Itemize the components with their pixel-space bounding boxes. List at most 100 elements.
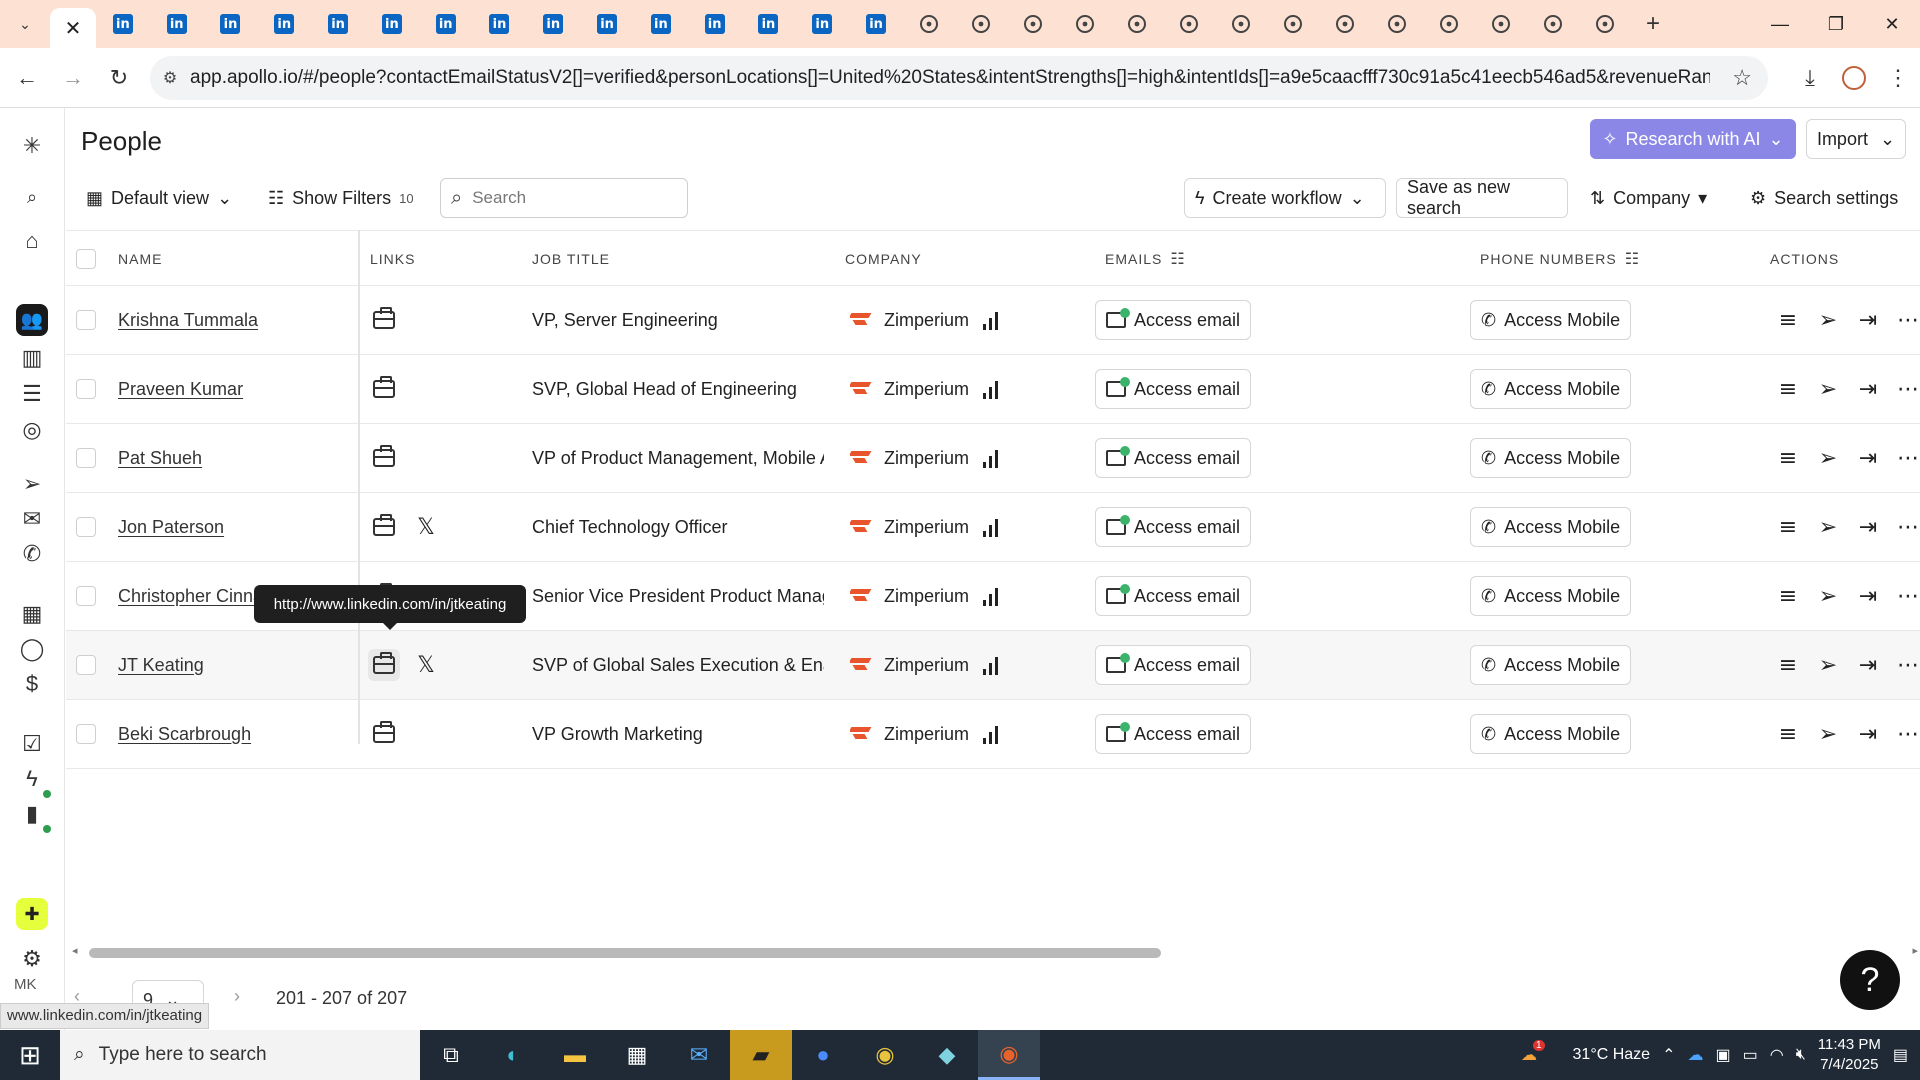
create-workflow-button[interactable]: ϟ Create workflow ⌄ <box>1184 178 1386 218</box>
calendar-icon[interactable]: ▦ <box>16 598 48 630</box>
row-checkbox[interactable] <box>76 655 96 675</box>
chevron-up-icon[interactable]: ⌃ <box>1662 1045 1675 1065</box>
tab-linkedin[interactable]: in <box>365 0 419 48</box>
table-row[interactable]: JT Keating 𝕏 SVP of Global Sales Executi… <box>66 631 1920 700</box>
tasks-icon[interactable]: ☑ <box>16 728 48 760</box>
row-checkbox[interactable] <box>76 517 96 537</box>
battery-icon[interactable]: ▭ <box>1743 1045 1758 1065</box>
tab-linkedin[interactable]: in <box>849 0 903 48</box>
bookmark-star-icon[interactable]: ☆ <box>1732 65 1752 91</box>
export-icon[interactable]: ⇥ <box>1848 645 1888 685</box>
add-to-sequence-icon[interactable]: ➢ <box>1808 507 1848 547</box>
more-options-icon[interactable]: ⋯ <box>1888 369 1920 409</box>
column-settings-icon[interactable]: ☷ <box>1170 249 1185 269</box>
company-name[interactable]: Zimperium <box>884 724 969 745</box>
tab-linkedin[interactable]: in <box>419 0 473 48</box>
column-header-company[interactable]: COMPANY <box>845 231 922 287</box>
tab-apollo[interactable] <box>955 0 1007 48</box>
show-filters-button[interactable]: ☷ Show Filters 10 <box>268 178 414 218</box>
add-to-sequence-icon[interactable]: ➢ <box>1808 300 1848 340</box>
contact-name-link[interactable]: Jon Paterson <box>118 517 224 538</box>
contact-name-link[interactable]: Beki Scarbrough <box>118 724 251 745</box>
company-name[interactable]: Zimperium <box>884 310 969 331</box>
more-options-icon[interactable]: ⋯ <box>1888 507 1920 547</box>
taskbar-search[interactable]: ⌕ Type here to search <box>60 1030 420 1080</box>
contact-name-link[interactable]: JT Keating <box>118 655 204 676</box>
tab-linkedin[interactable]: in <box>526 0 580 48</box>
store-icon[interactable]: ▦ <box>606 1030 668 1080</box>
zoom-icon[interactable]: ● <box>792 1030 854 1080</box>
access-mobile-button[interactable]: ✆ Access Mobile <box>1470 438 1632 478</box>
browser-menu-icon[interactable]: ⋮ <box>1876 65 1920 91</box>
minimize-icon[interactable]: — <box>1752 0 1808 48</box>
access-email-button[interactable]: Access email <box>1095 714 1252 754</box>
add-to-list-icon[interactable]: ≡ <box>1768 576 1808 616</box>
settings-gear-icon[interactable]: ⚙ <box>16 943 48 975</box>
linkedin-link-icon[interactable] <box>368 649 400 681</box>
phone-icon[interactable]: ✆ <box>16 538 48 570</box>
tab-apollo[interactable] <box>1007 0 1059 48</box>
horizontal-scrollbar[interactable]: ◂ ▸ <box>66 944 1920 960</box>
user-initials[interactable]: MK <box>14 976 37 993</box>
tab-linkedin[interactable]: in <box>742 0 796 48</box>
tab-linkedin[interactable]: in <box>634 0 688 48</box>
table-row[interactable]: Beki Scarbrough VP Growth Marketing Zimp… <box>66 700 1920 769</box>
more-options-icon[interactable]: ⋯ <box>1888 714 1920 754</box>
onedrive-icon[interactable]: ☁ <box>1687 1045 1703 1065</box>
tab-apollo[interactable] <box>1059 0 1111 48</box>
add-user-icon[interactable]: ✚ <box>16 898 48 930</box>
export-icon[interactable]: ⇥ <box>1848 714 1888 754</box>
intent-signal-icon[interactable] <box>983 310 999 330</box>
intent-signal-icon[interactable] <box>983 586 999 606</box>
add-to-sequence-icon[interactable]: ➢ <box>1808 576 1848 616</box>
new-tab-button[interactable]: + <box>1631 0 1675 48</box>
linkedin-link-icon[interactable] <box>368 718 400 750</box>
deals-dollar-icon[interactable]: $ <box>16 668 48 700</box>
scroll-right-icon[interactable]: ▸ <box>1912 944 1918 957</box>
tab-apollo[interactable] <box>1579 0 1631 48</box>
linkedin-link-icon[interactable] <box>368 373 400 405</box>
access-email-button[interactable]: Access email <box>1095 369 1252 409</box>
access-email-button[interactable]: Access email <box>1095 645 1252 685</box>
table-row[interactable]: Praveen Kumar SVP, Global Head of Engine… <box>66 355 1920 424</box>
apollo-logo-icon[interactable]: ✳ <box>16 130 48 162</box>
tab-linkedin[interactable]: in <box>204 0 258 48</box>
row-checkbox[interactable] <box>76 724 96 744</box>
tab-apollo[interactable] <box>1423 0 1475 48</box>
scrollbar-thumb[interactable] <box>89 948 1161 958</box>
company-name[interactable]: Zimperium <box>884 448 969 469</box>
export-icon[interactable]: ⇥ <box>1848 300 1888 340</box>
select-all-checkbox[interactable] <box>76 249 96 269</box>
tab-linkedin[interactable]: in <box>150 0 204 48</box>
column-settings-icon[interactable]: ☷ <box>1625 249 1640 269</box>
column-header-phone[interactable]: PHONE NUMBERS ☷ <box>1480 231 1640 287</box>
tab-linkedin[interactable]: in <box>96 0 150 48</box>
search-input[interactable]: ⌕ Search <box>440 178 688 218</box>
column-header-emails[interactable]: EMAILS ☷ <box>1105 231 1186 287</box>
access-email-button[interactable]: Access email <box>1095 300 1252 340</box>
access-mobile-button[interactable]: ✆ Access Mobile <box>1470 507 1632 547</box>
add-to-list-icon[interactable]: ≡ <box>1768 438 1808 478</box>
linkedin-link-icon[interactable] <box>368 511 400 543</box>
export-icon[interactable]: ⇥ <box>1848 507 1888 547</box>
contact-name-link[interactable]: Pat Shueh <box>118 448 202 469</box>
intent-signal-icon[interactable] <box>983 655 999 675</box>
tab-apollo[interactable] <box>1475 0 1527 48</box>
more-options-icon[interactable]: ⋯ <box>1888 438 1920 478</box>
export-icon[interactable]: ⇥ <box>1848 438 1888 478</box>
task-view-icon[interactable]: ⧉ <box>420 1030 482 1080</box>
add-to-sequence-icon[interactable]: ➢ <box>1808 645 1848 685</box>
row-checkbox[interactable] <box>76 448 96 468</box>
tab-apollo[interactable] <box>1111 0 1163 48</box>
linkedin-link-icon[interactable] <box>368 304 400 336</box>
download-icon[interactable]: ⤓ <box>1788 65 1832 91</box>
x-twitter-icon[interactable]: 𝕏 <box>410 649 442 681</box>
back-icon[interactable]: ← <box>4 55 50 101</box>
x-twitter-icon[interactable]: 𝕏 <box>410 511 442 543</box>
reload-icon[interactable]: ↻ <box>96 55 142 101</box>
tab-linkedin[interactable]: in <box>257 0 311 48</box>
company-sort-dropdown[interactable]: ⇅ Company ▾ <box>1590 178 1707 218</box>
sticky-notes-icon[interactable]: ▰ <box>730 1030 792 1080</box>
more-options-icon[interactable]: ⋯ <box>1888 645 1920 685</box>
intent-icon[interactable]: ◎ <box>16 414 48 446</box>
